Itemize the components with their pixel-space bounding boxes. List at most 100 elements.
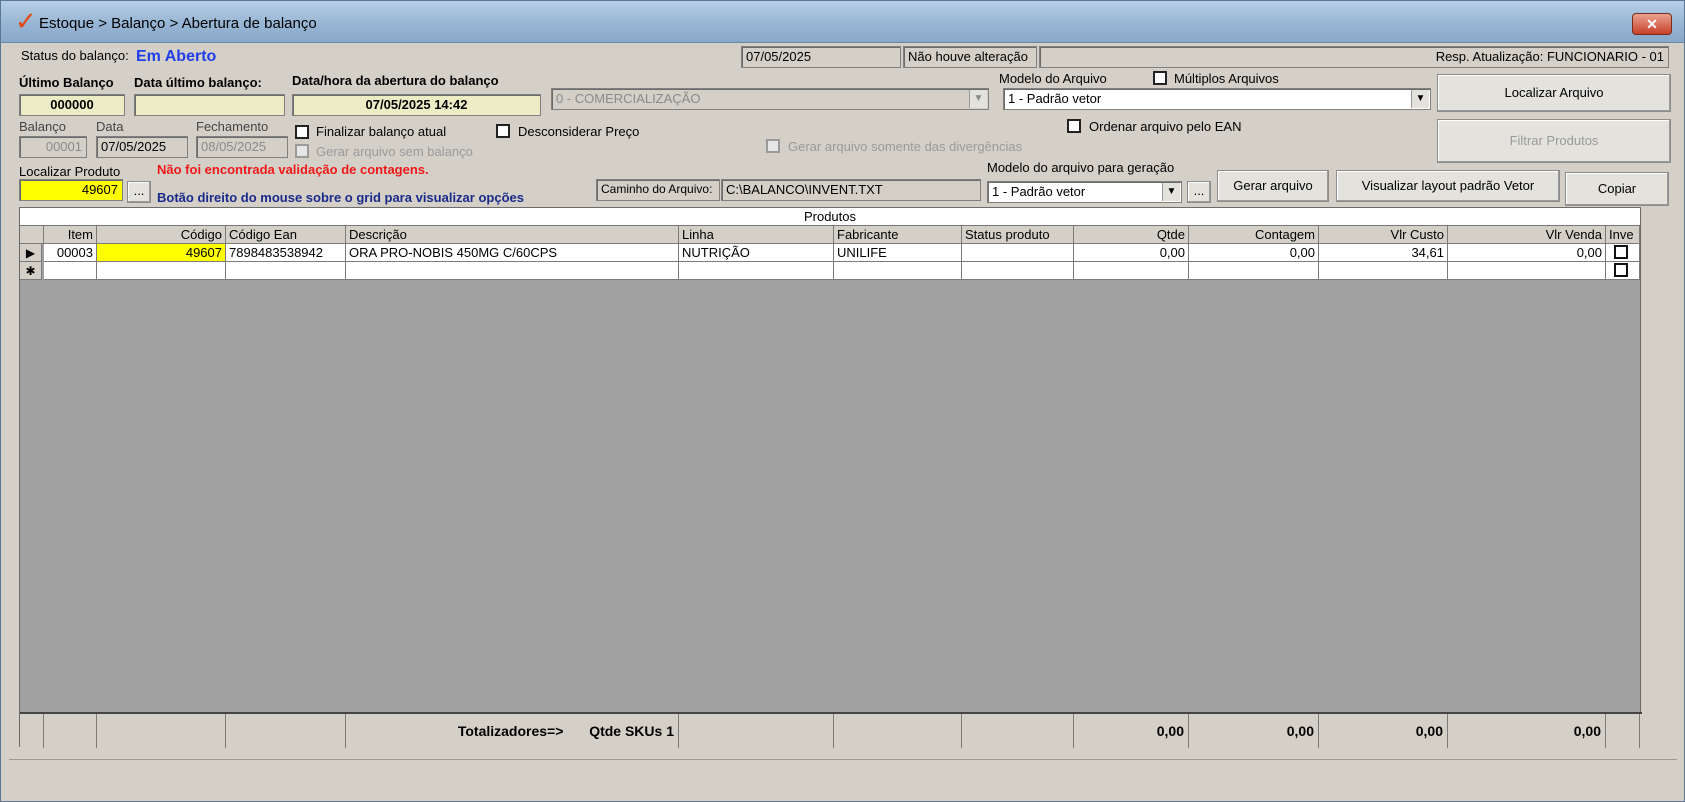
- table-row-venda[interactable]: 0,00: [1448, 244, 1606, 262]
- totals-qtde: 0,00: [1074, 714, 1189, 748]
- new-row-qtde[interactable]: [1074, 262, 1189, 280]
- table-row-ean[interactable]: 7898483538942: [226, 244, 346, 262]
- new-row-item[interactable]: [44, 262, 97, 280]
- col-header-custo[interactable]: Vlr Custo: [1319, 226, 1448, 244]
- order-ean-checkbox[interactable]: [1067, 119, 1081, 133]
- new-row-custo[interactable]: [1319, 262, 1448, 280]
- totals-status: [962, 714, 1074, 748]
- ignore-price-checkbox[interactable]: [496, 124, 510, 138]
- new-row-codigo[interactable]: [97, 262, 226, 280]
- file-model-select[interactable]: 1 - Padrão vetor ▼: [1003, 88, 1431, 110]
- col-header-venda[interactable]: Vlr Venda: [1448, 226, 1606, 244]
- fechamento-label: Fechamento: [196, 119, 269, 134]
- table-row-codigo[interactable]: 49607: [97, 244, 226, 262]
- copy-button[interactable]: Copiar: [1565, 172, 1669, 206]
- col-header-inve[interactable]: Inve: [1606, 226, 1640, 244]
- chevron-down-icon: ▼: [1411, 90, 1429, 108]
- col-header-codigo[interactable]: Código: [97, 226, 226, 244]
- open-datetime-label: Data/hora da abertura do balanço: [292, 73, 499, 88]
- table-row-custo[interactable]: 34,61: [1319, 244, 1448, 262]
- divergences-only-checkbox[interactable]: [766, 139, 780, 153]
- totals-custo: 0,00: [1319, 714, 1448, 748]
- last-balance-date-field: [134, 94, 285, 116]
- table-row-qtde[interactable]: 0,00: [1074, 244, 1189, 262]
- new-row-descricao[interactable]: [346, 262, 679, 280]
- status-strip: [9, 759, 1677, 787]
- generation-model-select[interactable]: 1 - Padrão vetor ▼: [987, 181, 1182, 203]
- inventory-checkbox[interactable]: [1614, 245, 1628, 259]
- table-row-item[interactable]: 00003: [44, 244, 97, 262]
- totals-codigo: [97, 714, 226, 748]
- generation-model-label: Modelo do arquivo para geração: [987, 160, 1175, 175]
- path-field[interactable]: C:\BALANCO\INVENT.TXT: [721, 179, 981, 201]
- col-header-item[interactable]: Item: [44, 226, 97, 244]
- new-row-contagem[interactable]: [1189, 262, 1319, 280]
- totals-corner: [20, 714, 44, 748]
- table-row-inve[interactable]: [1606, 244, 1640, 262]
- locate-file-button[interactable]: Localizar Arquivo: [1437, 74, 1671, 112]
- filter-products-button[interactable]: Filtrar Produtos: [1437, 119, 1671, 163]
- col-header-fabricante[interactable]: Fabricante: [834, 226, 962, 244]
- grid-hint: Botão direito do mouse sobre o grid para…: [157, 190, 524, 205]
- view-layout-button[interactable]: Visualizar layout padrão Vetor: [1336, 170, 1560, 202]
- status-date: 07/05/2025: [741, 46, 901, 68]
- totals-contagem: 0,00: [1189, 714, 1319, 748]
- finalize-balance-label: Finalizar balanço atual: [316, 124, 447, 139]
- generation-ellipsis-button[interactable]: ...: [1187, 181, 1211, 203]
- col-header-linha[interactable]: Linha: [679, 226, 834, 244]
- product-search-input[interactable]: 49607: [19, 179, 123, 201]
- status-change: Não houve alteração: [903, 46, 1037, 68]
- close-button[interactable]: ✕: [1632, 13, 1672, 35]
- totalizadores-label: Totalizadores=>: [457, 723, 564, 739]
- data-field[interactable]: 07/05/2025: [96, 136, 188, 158]
- comercializacao-value: 0 - COMERCIALIZAÇÃO: [556, 91, 701, 106]
- open-datetime-field: 07/05/2025 14:42: [292, 94, 541, 116]
- generate-file-button[interactable]: Gerar arquivo: [1217, 170, 1329, 202]
- totals-venda: 0,00: [1448, 714, 1606, 748]
- products-grid[interactable]: Produtos Item Código Código Ean Descriçã…: [19, 207, 1642, 748]
- comercializacao-select[interactable]: 0 - COMERCIALIZAÇÃO ▼: [551, 88, 989, 110]
- col-header-status[interactable]: Status produto: [962, 226, 1074, 244]
- table-row-descricao[interactable]: ORA PRO-NOBIS 450MG C/60CPS: [346, 244, 679, 262]
- current-row-indicator-icon: ▶: [20, 244, 42, 262]
- new-row-ean[interactable]: [226, 262, 346, 280]
- table-row-fabricante[interactable]: UNILIFE: [834, 244, 962, 262]
- multiple-files-checkbox[interactable]: [1153, 71, 1167, 85]
- no-balance-checkbox[interactable]: [295, 144, 309, 158]
- validation-warning: Não foi encontrada validação de contagen…: [157, 162, 429, 177]
- totals-ean: [226, 714, 346, 748]
- last-balance-date-label: Data último balanço:: [134, 75, 262, 90]
- row-header-corner: [20, 226, 44, 244]
- skus-count: Qtde SKUs 1: [589, 723, 674, 739]
- ignore-price-label: Desconsiderar Preço: [518, 124, 640, 139]
- inventory-checkbox[interactable]: [1614, 263, 1628, 277]
- col-header-contagem[interactable]: Contagem: [1189, 226, 1319, 244]
- new-row-fabricante[interactable]: [834, 262, 962, 280]
- product-search-ellipsis-button[interactable]: ...: [127, 181, 151, 203]
- col-header-ean[interactable]: Código Ean: [226, 226, 346, 244]
- table-row-contagem[interactable]: 0,00: [1189, 244, 1319, 262]
- totals-fabricante: [834, 714, 962, 748]
- table-row-status[interactable]: [962, 244, 1074, 262]
- new-row-inve[interactable]: [1606, 262, 1640, 280]
- totals-inve: [1606, 714, 1640, 748]
- last-balance-field: 000000: [19, 94, 125, 116]
- status-label: Status do balanço:: [21, 48, 129, 63]
- path-label: Caminho do Arquivo:: [596, 179, 720, 201]
- grid-totals: Totalizadores=> Qtde SKUs 1 0,00 0,00 0,…: [20, 712, 1642, 748]
- new-row-linha[interactable]: [679, 262, 834, 280]
- resp-update: Resp. Atualização: FUNCIONARIO - 01: [1039, 46, 1669, 68]
- table-row-linha[interactable]: NUTRIÇÃO: [679, 244, 834, 262]
- window-title: Estoque > Balanço > Abertura de balanço: [39, 15, 317, 32]
- finalize-balance-checkbox[interactable]: [295, 125, 309, 139]
- balanco-field: 00001: [19, 136, 87, 158]
- totals-label: Totalizadores=> Qtde SKUs 1: [346, 714, 679, 748]
- new-row-status[interactable]: [962, 262, 1074, 280]
- data-label: Data: [96, 119, 124, 134]
- main-window: ✓ Estoque > Balanço > Abertura de balanç…: [0, 0, 1685, 802]
- col-header-descricao[interactable]: Descrição: [346, 226, 679, 244]
- totals-linha: [679, 714, 834, 748]
- col-header-qtde[interactable]: Qtde: [1074, 226, 1189, 244]
- fechamento-field: 08/05/2025: [196, 136, 288, 158]
- new-row-venda[interactable]: [1448, 262, 1606, 280]
